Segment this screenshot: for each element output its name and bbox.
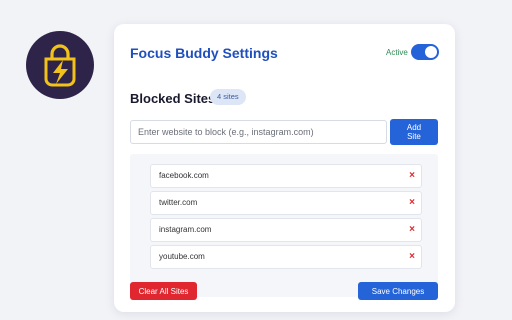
site-count-badge: 4 sites xyxy=(210,89,246,105)
site-name: youtube.com xyxy=(159,252,205,261)
remove-icon[interactable]: × xyxy=(409,192,415,214)
site-name: twitter.com xyxy=(159,198,198,207)
app-logo xyxy=(26,31,94,99)
list-item: instagram.com × xyxy=(150,218,422,242)
clear-all-sites-button[interactable]: Clear All Sites xyxy=(130,282,197,300)
lightning-lock-icon xyxy=(44,44,76,87)
add-site-button[interactable]: Add Site xyxy=(390,119,438,145)
list-item: youtube.com × xyxy=(150,245,422,269)
site-name: instagram.com xyxy=(159,225,212,234)
remove-icon[interactable]: × xyxy=(409,219,415,241)
page-title: Focus Buddy Settings xyxy=(130,45,278,61)
active-toggle[interactable] xyxy=(411,44,439,60)
blocked-sites-heading: Blocked Sites xyxy=(130,91,216,106)
remove-icon[interactable]: × xyxy=(409,165,415,187)
site-name: facebook.com xyxy=(159,171,209,180)
remove-icon[interactable]: × xyxy=(409,246,415,268)
list-item: facebook.com × xyxy=(150,164,422,188)
toggle-knob xyxy=(425,46,437,58)
settings-card: Focus Buddy Settings Active Blocked Site… xyxy=(114,24,455,312)
page: Focus Buddy Settings Active Blocked Site… xyxy=(0,0,512,320)
website-input[interactable] xyxy=(130,120,387,144)
list-item: twitter.com × xyxy=(150,191,422,215)
save-changes-button[interactable]: Save Changes xyxy=(358,282,438,300)
blocked-sites-list: facebook.com × twitter.com × instagram.c… xyxy=(130,154,438,297)
active-status-label: Active xyxy=(386,48,408,57)
